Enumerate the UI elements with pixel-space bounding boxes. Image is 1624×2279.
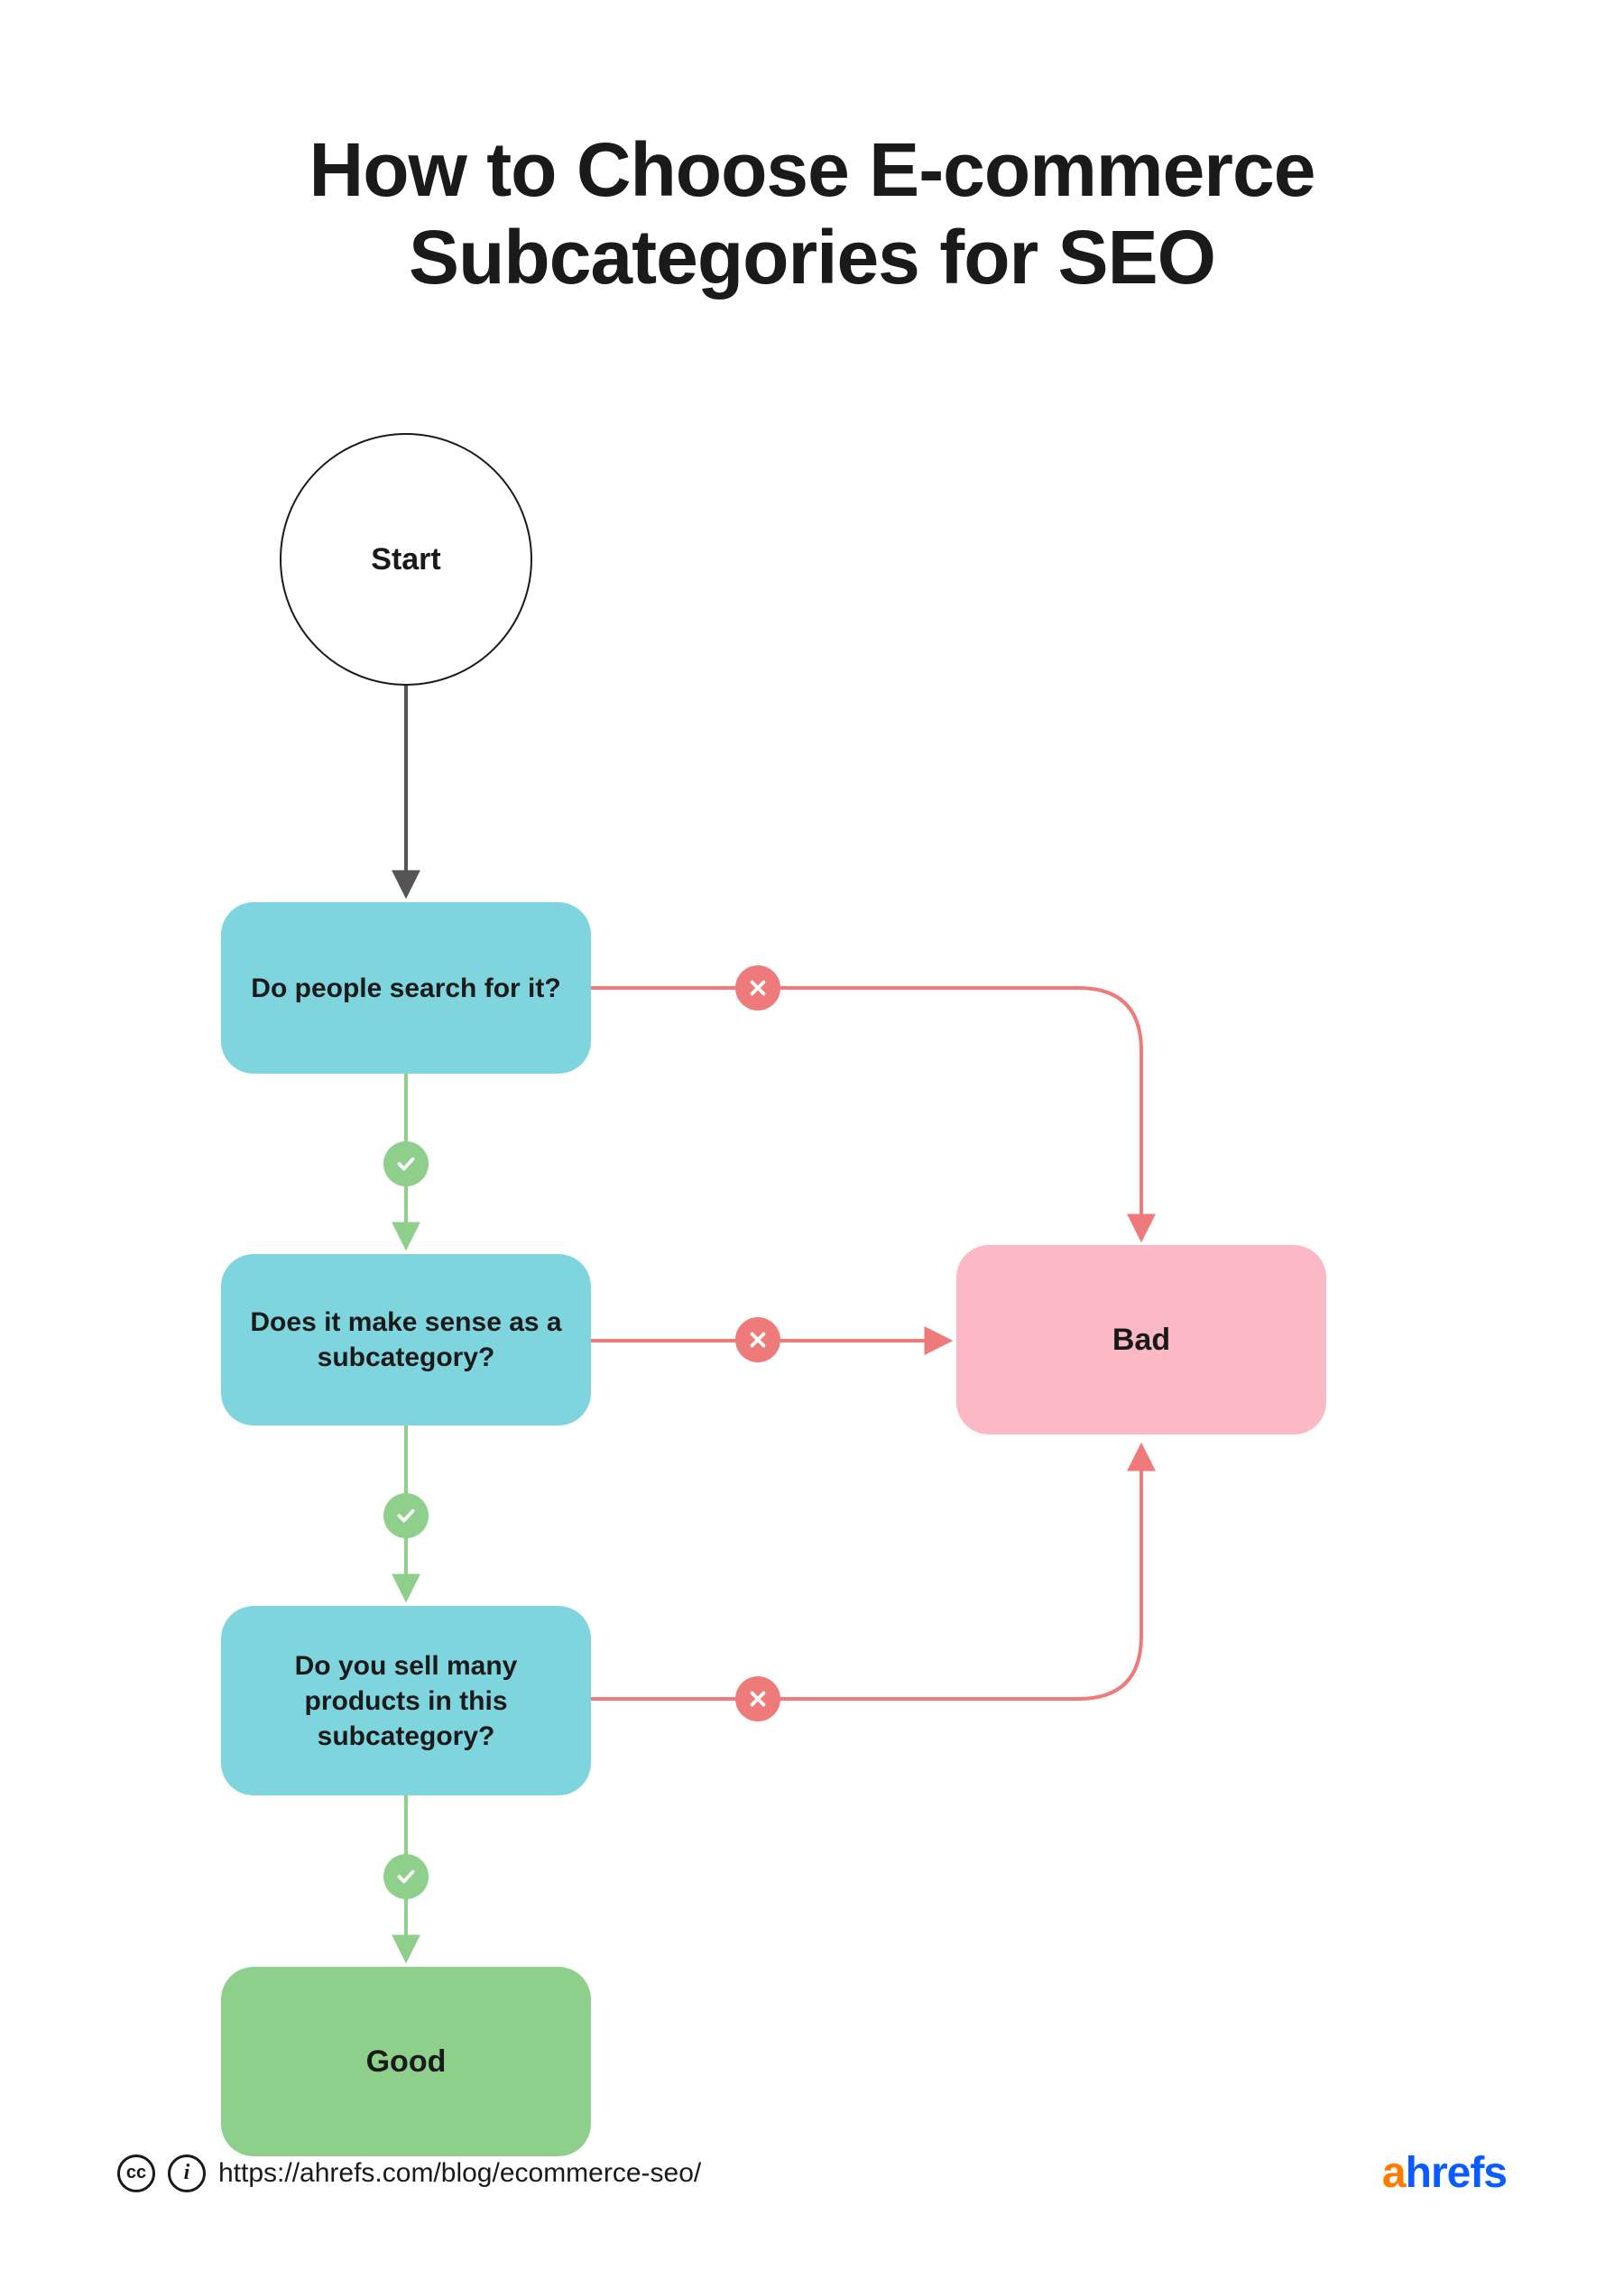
logo-rest: hrefs [1406,2149,1507,2197]
check-icon [383,1493,429,1538]
footer-left: cc i https://ahrefs.com/blog/ecommerce-s… [117,2154,701,2192]
bad-label: Bad [1112,1323,1170,1358]
question-2-label: Does it make sense as a subcategory? [248,1305,564,1375]
question-3-label: Do you sell many products in this subcat… [248,1648,564,1754]
page-title: How to Choose E-commerce Subcategories f… [0,126,1624,300]
check-icon [383,1854,429,1899]
title-line-2: Subcategories for SEO [409,215,1215,300]
cc-icon: cc [117,2154,155,2192]
attribution-icon: i [168,2154,206,2192]
question-1-label: Do people search for it? [251,971,560,1006]
check-icon [383,1141,429,1186]
source-url: https://ahrefs.com/blog/ecommerce-seo/ [218,2158,701,2189]
start-node: Start [280,433,532,686]
footer: cc i https://ahrefs.com/blog/ecommerce-s… [117,2148,1507,2198]
bad-node: Bad [956,1245,1326,1435]
edge-q3-bad [591,1439,1150,1710]
logo-letter-a: a [1382,2149,1406,2197]
cross-icon [735,1317,780,1362]
ahrefs-logo: ahrefs [1382,2148,1507,2198]
cross-icon [735,1676,780,1721]
edge-q1-bad [591,986,1150,1257]
question-2-node: Does it make sense as a subcategory? [221,1254,591,1426]
question-1-node: Do people search for it? [221,902,591,1074]
edge-q2-bad [591,1338,970,1343]
good-node: Good [221,1967,591,2156]
question-3-node: Do you sell many products in this subcat… [221,1606,591,1795]
edge-start-q1 [404,686,408,902]
title-line-1: How to Choose E-commerce [309,127,1315,212]
cross-icon [735,965,780,1010]
good-label: Good [366,2044,447,2080]
start-label: Start [371,542,440,577]
